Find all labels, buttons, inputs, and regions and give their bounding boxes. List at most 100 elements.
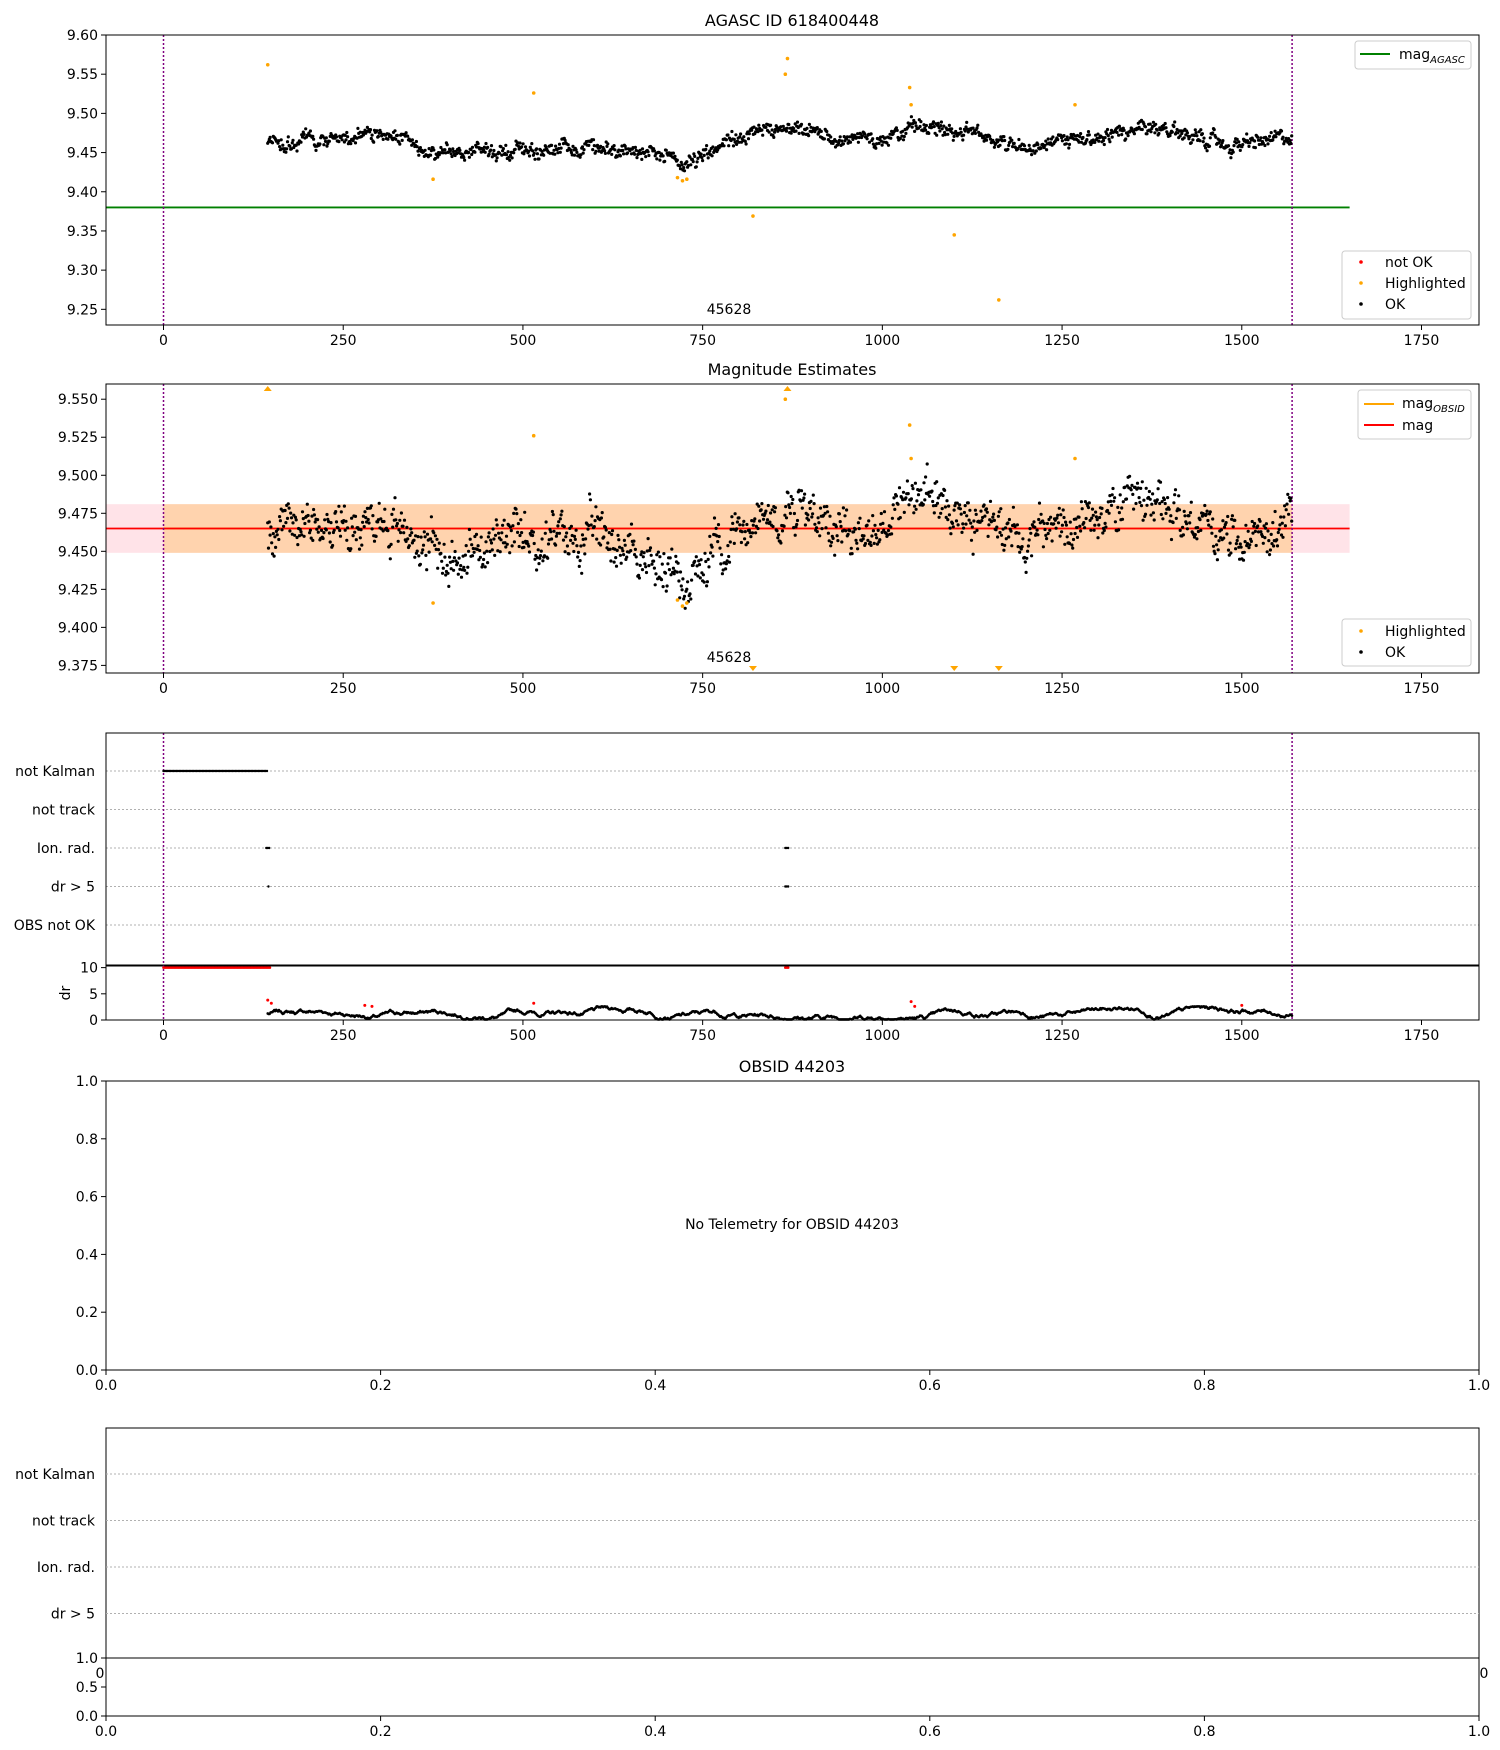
p2-ok-point	[577, 564, 581, 569]
p2-ok-point	[537, 562, 541, 566]
p1-ok-point	[711, 145, 715, 149]
p2-ok-point	[1156, 487, 1160, 491]
p2-ok-point	[921, 502, 925, 507]
p2-ok-point	[498, 550, 502, 554]
p2-ok-point	[1151, 511, 1155, 515]
p1-ok-point	[940, 127, 944, 131]
p1-ok-point	[1067, 146, 1071, 150]
p1-ok-point	[902, 134, 906, 139]
p1-ok-point	[682, 169, 687, 173]
no-telemetry-message: No Telemetry for OBSID 44203	[685, 1217, 899, 1233]
p2-ok-point	[891, 503, 895, 507]
p2-ok-point	[697, 563, 702, 567]
p2-ok-point	[1253, 529, 1257, 534]
p2-ok-point	[1007, 535, 1011, 539]
p2-ok-point	[951, 525, 955, 529]
p1-ytick-label: 9.25	[67, 302, 98, 318]
p2-ok-point	[1111, 486, 1115, 491]
p1-ok-point	[462, 155, 466, 160]
p2-ok-point	[750, 531, 755, 535]
p2-ok-point	[897, 486, 902, 490]
p2-ok-point	[667, 568, 672, 572]
p1-ok-point	[623, 144, 627, 148]
p2-ok-point	[305, 502, 309, 506]
p2-ok-point	[425, 532, 430, 536]
p1-ok-point	[815, 126, 819, 130]
p2-ok-point	[768, 520, 772, 524]
p1-ok-point	[395, 133, 399, 137]
p3dr-ytick-label: 0	[89, 1013, 98, 1029]
legend-marker-ok-2	[1359, 650, 1363, 654]
p2-ok-point	[668, 556, 672, 560]
p2-ok-point	[1099, 512, 1103, 516]
p2-ok-point	[960, 530, 964, 535]
p2-ok-point	[334, 510, 338, 514]
p1-ok-point	[1266, 142, 1270, 146]
p2-ok-point	[1258, 519, 1262, 523]
p2-ok-point	[550, 537, 554, 541]
p2-ok-point	[1188, 510, 1193, 515]
p2-ok-point	[940, 507, 944, 511]
p2-ok-point	[971, 552, 975, 556]
p1-ok-point	[322, 143, 326, 147]
p2-ok-point	[714, 526, 718, 531]
p1-ok-point	[792, 126, 796, 131]
p2-ok-point	[1140, 480, 1144, 484]
p2-ok-point	[905, 479, 910, 483]
p1-ok-point	[476, 142, 480, 146]
p2-ok-point	[694, 555, 698, 559]
p1-ok-point	[769, 123, 773, 127]
p2-ok-point	[476, 544, 480, 548]
p1-ok-point	[1062, 134, 1066, 138]
p1-ok-point	[644, 155, 648, 159]
p1-ok-point	[658, 158, 662, 162]
p1-ok-point	[1193, 128, 1197, 132]
p2-ok-point	[656, 550, 661, 554]
p2-ok-point	[382, 519, 386, 524]
p2-ok-point	[746, 541, 750, 545]
p2-ok-point	[719, 562, 723, 566]
p2-ok-point	[732, 541, 736, 546]
p2-ok-point	[493, 533, 498, 537]
panel-dr-ylabel: dr	[58, 985, 74, 1000]
p2-ok-point	[565, 531, 569, 535]
p2-ok-point	[436, 566, 440, 570]
p1-ok-point	[1248, 141, 1252, 145]
p2-ok-point	[527, 550, 532, 554]
p1-ok-point	[730, 129, 734, 134]
p1-ok-point	[1241, 143, 1245, 147]
p2-ok-point	[642, 551, 646, 555]
p1-ok-point	[1237, 140, 1241, 144]
p2-ok-point	[871, 514, 875, 518]
p1-ok-point	[1145, 132, 1149, 136]
p2-ok-point	[646, 537, 650, 541]
p1-ok-point	[344, 138, 348, 142]
p1-ok-point	[285, 147, 289, 151]
p2-ok-point	[462, 565, 466, 569]
p1-ok-point	[1256, 135, 1260, 139]
p2-ok-point	[886, 529, 891, 533]
p2-highlighted-point	[907, 423, 912, 427]
p2-ok-point	[267, 520, 271, 524]
p2-ok-point	[992, 518, 997, 523]
p2-ok-point	[853, 527, 857, 531]
p2-ok-point	[1169, 514, 1173, 518]
p2-ok-point	[332, 528, 336, 532]
p2-ok-point	[670, 547, 674, 551]
p1-ok-point	[324, 136, 328, 140]
p1-ok-point	[1106, 134, 1110, 138]
p2-ok-point	[1185, 522, 1189, 526]
p2-ok-point	[890, 532, 894, 536]
p2-ok-point	[699, 558, 703, 562]
p2-ok-point	[561, 538, 566, 542]
p2-ok-point	[835, 534, 839, 538]
p3dr-ytick-label: 5	[89, 987, 98, 1003]
p1-highlighted-point	[265, 62, 270, 67]
p2-ok-point	[727, 554, 731, 559]
p2-ok-point	[608, 547, 612, 551]
p1-ok-point	[557, 142, 562, 146]
p2-ok-point	[919, 488, 923, 492]
p2-ok-point	[629, 549, 633, 553]
p2-ok-point	[423, 535, 427, 539]
p2-ok-point	[894, 494, 899, 498]
